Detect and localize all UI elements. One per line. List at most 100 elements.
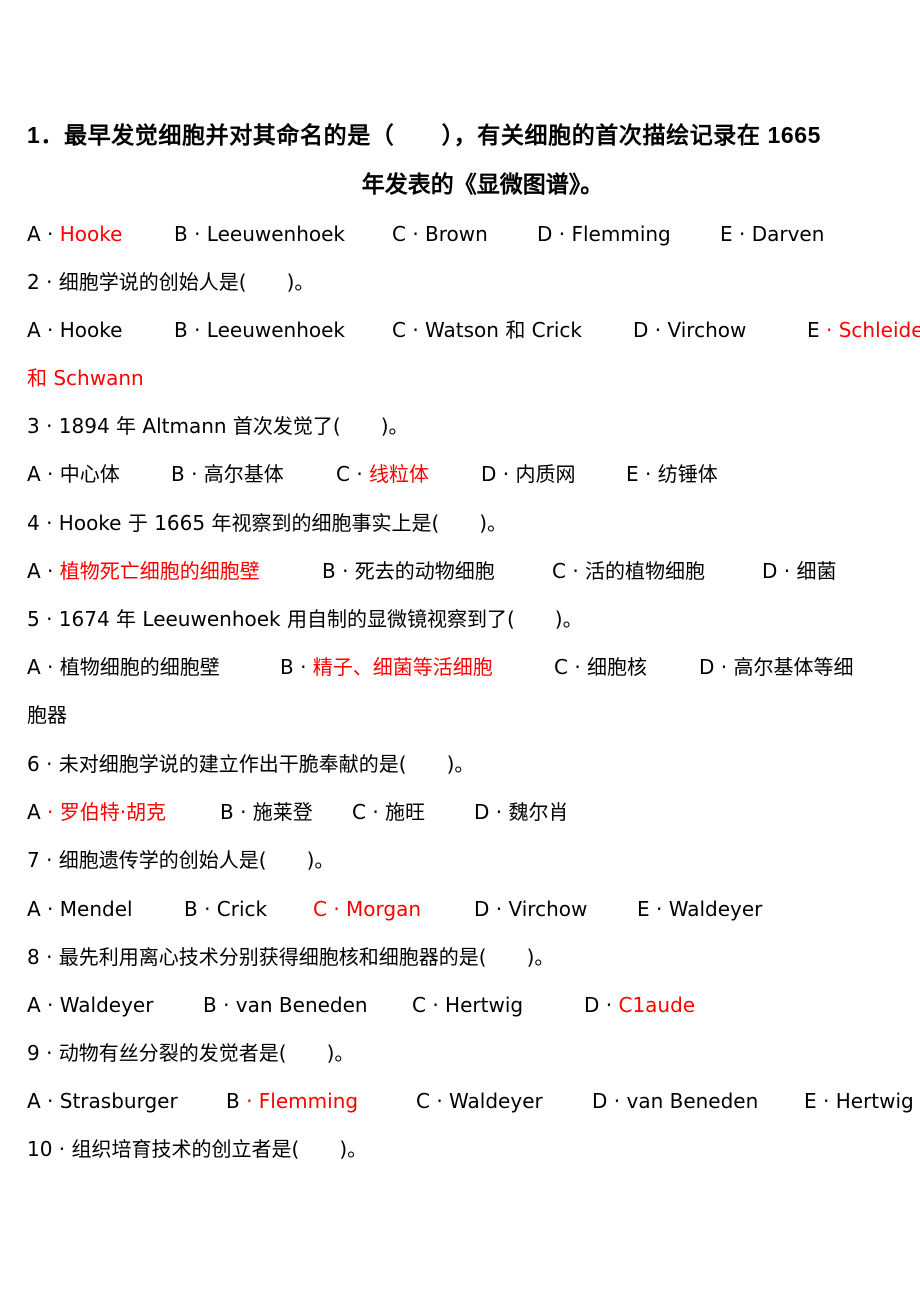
option-prefix: B · xyxy=(203,993,236,1017)
option-b: B · 高尔基体 xyxy=(171,457,284,491)
option-text: 高尔基体等细 xyxy=(733,655,854,679)
question-6-stem: 6 · 未对细胞学说的建立作出干脆奉献的是( )。 xyxy=(27,752,475,776)
option-prefix: D · xyxy=(584,993,619,1017)
option-text: Watson 和 Crick xyxy=(425,318,583,342)
option-text: Strasburger xyxy=(59,1089,178,1113)
option-d: D · Virchow xyxy=(474,892,587,926)
option-prefix: C · xyxy=(416,1089,450,1113)
option-prefix: B · xyxy=(220,800,253,824)
question-5-stem-line: 5 · 1674 年 Leeuwenhoek 用自制的显微镜视察到了( )。 xyxy=(0,602,920,636)
option-text: 活的植物细胞 xyxy=(585,559,706,583)
option-c: C · Waldeyer xyxy=(416,1084,543,1118)
option-prefix: B · xyxy=(280,655,313,679)
option-prefix: E xyxy=(807,318,820,342)
option-prefix: B · xyxy=(174,222,207,246)
option-text: 纺锤体 xyxy=(657,462,718,486)
question-2-options: A · Hooke B · Leeuwenhoek C · Watson 和 C… xyxy=(0,313,920,347)
option-prefix: D · xyxy=(537,222,572,246)
option-d: D · 细菌 xyxy=(762,554,836,588)
option-c: C · 线粒体 xyxy=(336,457,429,491)
option-text: Darven xyxy=(751,222,825,246)
option-e: E · Schleiden xyxy=(807,313,920,347)
option-b: B · 精子、细菌等活细胞 xyxy=(280,650,493,684)
option-text: van Beneden xyxy=(626,1089,759,1113)
option-answer-highlight: 线粒体 xyxy=(369,462,430,486)
option-text: 死去的动物细胞 xyxy=(354,559,495,583)
option-a: A · Hooke xyxy=(27,217,122,251)
option-text: 细菌 xyxy=(796,559,837,583)
option-prefix: D · xyxy=(481,462,516,486)
option-text: Hooke xyxy=(59,318,123,342)
option-e: E · 纺锤体 xyxy=(626,457,718,491)
option-text: 魏尔肖 xyxy=(508,800,569,824)
option-text: Waldeyer xyxy=(59,993,154,1017)
option-text: 内质网 xyxy=(515,462,576,486)
question-9-stem: 9 · 动物有丝分裂的发觉者是( )。 xyxy=(27,1041,355,1065)
option-text: Leeuwenhoek xyxy=(206,318,346,342)
option-a: A · 罗伯特·胡克 xyxy=(27,795,166,829)
option-prefix: A · xyxy=(27,222,60,246)
question-8-stem-line: 8 · 最先利用离心技术分别获得细胞核和细胞器的是( )。 xyxy=(0,940,920,974)
question-3-stem-line: 3 · 1894 年 Altmann 首次发觉了( )。 xyxy=(0,409,920,443)
option-prefix: D · xyxy=(699,655,734,679)
option-c: C · 细胞核 xyxy=(554,650,647,684)
option-prefix: D · xyxy=(592,1089,627,1113)
option-b: B · van Beneden xyxy=(203,988,368,1022)
option-prefix: C · xyxy=(336,462,370,486)
option-a: A · 植物细胞的细胞壁 xyxy=(27,650,220,684)
question-5-stem: 5 · 1674 年 Leeuwenhoek 用自制的显微镜视察到了( )。 xyxy=(27,607,583,631)
option-d: D · 高尔基体等细 xyxy=(699,650,853,684)
option-prefix: E · xyxy=(626,462,658,486)
option-d: D · C1aude xyxy=(584,988,695,1022)
option-prefix: A xyxy=(27,800,41,824)
option-text: 施旺 xyxy=(385,800,426,824)
option-prefix: A · xyxy=(27,897,60,921)
option-answer-highlight: C · Morgan xyxy=(313,897,422,921)
option-a: A · Waldeyer xyxy=(27,988,153,1022)
option-text: 高尔基体 xyxy=(203,462,284,486)
option-continuation: 胞器 xyxy=(27,703,67,727)
option-text: Virchow xyxy=(667,318,747,342)
option-c: C · 活的植物细胞 xyxy=(552,554,705,588)
option-b: B · Leeuwenhoek xyxy=(174,313,345,347)
option-answer-highlight: · 罗伯特·胡克 xyxy=(40,800,167,824)
option-answer-highlight: Hooke xyxy=(59,222,123,246)
option-text: Virchow xyxy=(508,897,588,921)
option-answer-highlight: · Flemming xyxy=(239,1089,359,1113)
option-a: A · Hooke xyxy=(27,313,122,347)
question-4-stem: 4 · Hooke 于 1665 年视察到的细胞事实上是( )。 xyxy=(27,511,508,535)
option-prefix: D · xyxy=(474,897,509,921)
option-prefix: A · xyxy=(27,1089,60,1113)
question-7-stem-line: 7 · 细胞遗传学的创始人是( )。 xyxy=(0,843,920,877)
question-4-options: A · 植物死亡细胞的细胞壁 B · 死去的动物细胞 C · 活的植物细胞 D … xyxy=(0,554,920,588)
option-e: E · Waldeyer xyxy=(637,892,762,926)
question-2-stem: 2 · 细胞学说的创始人是( )。 xyxy=(27,270,315,294)
option-e: E · Darven xyxy=(720,217,824,251)
option-prefix: A · xyxy=(27,993,60,1017)
question-3-stem: 3 · 1894 年 Altmann 首次发觉了( )。 xyxy=(27,414,409,438)
option-prefix: C · xyxy=(412,993,446,1017)
option-text: 中心体 xyxy=(59,462,120,486)
question-6-options: A · 罗伯特·胡克 B · 施莱登 C · 施旺 D · 魏尔肖 xyxy=(0,795,920,829)
question-3-options: A · 中心体 B · 高尔基体 C · 线粒体 D · 内质网 E · 纺锤体 xyxy=(0,457,920,491)
option-c: C · Morgan xyxy=(313,892,421,926)
option-a: A · Mendel xyxy=(27,892,133,926)
question-5-options: A · 植物细胞的细胞壁 B · 精子、细菌等活细胞 C · 细胞核 D · 高… xyxy=(0,650,920,684)
option-text: van Beneden xyxy=(235,993,368,1017)
question-8-options: A · Waldeyer B · van Beneden C · Hertwig… xyxy=(0,988,920,1022)
option-text: Hertwig xyxy=(835,1089,914,1113)
option-prefix: A · xyxy=(27,462,60,486)
option-prefix: C · xyxy=(552,559,586,583)
question-1-stem-line1: 1．最早发觉细胞并对其命名的是（ ），有关细胞的首次描绘记录在 1665 xyxy=(27,122,822,148)
option-text: Hertwig xyxy=(445,993,524,1017)
option-prefix: E · xyxy=(804,1089,836,1113)
option-text: Brown xyxy=(425,222,488,246)
option-c: C · 施旺 xyxy=(352,795,425,829)
option-b: B · 施莱登 xyxy=(220,795,313,829)
option-c: C · Hertwig xyxy=(412,988,523,1022)
question-9-options: A · Strasburger B · Flemming C · Waldeye… xyxy=(0,1084,920,1118)
question-5-continuation-line: 胞器 xyxy=(0,698,920,732)
option-prefix: C · xyxy=(352,800,386,824)
option-prefix: D · xyxy=(633,318,668,342)
option-prefix: D · xyxy=(762,559,797,583)
